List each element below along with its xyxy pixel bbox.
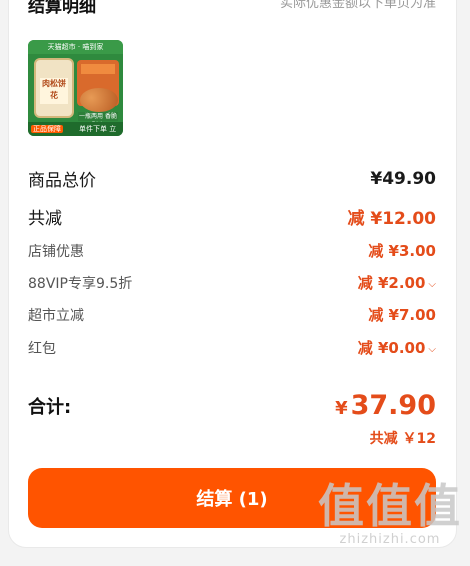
product-band: 一瓶两用 香脆酥皮 xyxy=(78,112,118,129)
watermark-text: 值值值 xyxy=(318,479,462,533)
grand-total-amount: ¥37.90 xyxy=(335,390,436,421)
vip-discount-value: 减 ¥2.00 xyxy=(357,274,426,292)
thumbnail-bottom-banner: 正品保障单件下单 立减7元 xyxy=(28,122,123,136)
store-discount-label: 店铺优惠 xyxy=(28,243,84,260)
page-title: 结算明细 xyxy=(28,0,96,17)
saved-amount: 共减 ￥12 xyxy=(369,431,436,447)
row-store-discount: 店铺优惠 减 ¥3.00 xyxy=(28,240,436,261)
row-saved: 共减 ￥12 xyxy=(28,428,436,448)
chevron-down-icon[interactable]: ⌵ xyxy=(428,279,436,290)
watermark-domain: zhizhizhi.com xyxy=(339,532,441,547)
row-grand-total: 合计: ¥37.90 xyxy=(28,390,436,421)
market-discount-value: 减 ¥7.00 xyxy=(368,306,436,324)
guarantee-badge: 正品保障 xyxy=(31,125,63,133)
total-price-label: 商品总价 xyxy=(28,171,96,191)
price-note: 实际优惠金额以下单页为准 xyxy=(279,0,436,11)
product-thumbnail[interactable]: 天猫超市 · 喵到家 肉松饼花 一瓶两用 香脆酥皮 正品保障单件下单 立减7元 xyxy=(28,40,123,136)
jar-label: 肉松饼花 xyxy=(40,78,68,104)
red-packet-value: 减 ¥0.00 xyxy=(357,339,426,357)
grand-total-label: 合计: xyxy=(28,396,72,418)
total-price-value: ¥49.90 xyxy=(370,168,436,189)
food-image xyxy=(80,88,118,112)
market-discount-label: 超市立减 xyxy=(28,307,84,324)
row-total-price: 商品总价 ¥49.90 xyxy=(28,166,436,192)
total-discount-value: 减 ¥12.00 xyxy=(347,209,436,229)
row-red-packet[interactable]: 红包 减 ¥0.00 ⌵ xyxy=(28,337,436,358)
row-vip-discount[interactable]: 88VIP专享9.5折 减 ¥2.00 ⌵ xyxy=(28,272,436,293)
chevron-down-icon[interactable]: ⌵ xyxy=(428,344,436,355)
watermark: 值值值 zhizhizhi.com xyxy=(318,480,462,547)
red-packet-label: 红包 xyxy=(28,340,56,357)
product-jar: 肉松饼花 xyxy=(34,58,74,118)
row-market-discount: 超市立减 减 ¥7.00 xyxy=(28,304,436,325)
vip-discount-label: 88VIP专享9.5折 xyxy=(28,275,133,292)
thumbnail-top-banner: 天猫超市 · 喵到家 xyxy=(28,40,123,54)
row-total-discount: 共减 减 ¥12.00 xyxy=(28,204,436,229)
store-discount-value: 减 ¥3.00 xyxy=(368,242,436,260)
total-discount-label: 共减 xyxy=(28,209,62,229)
